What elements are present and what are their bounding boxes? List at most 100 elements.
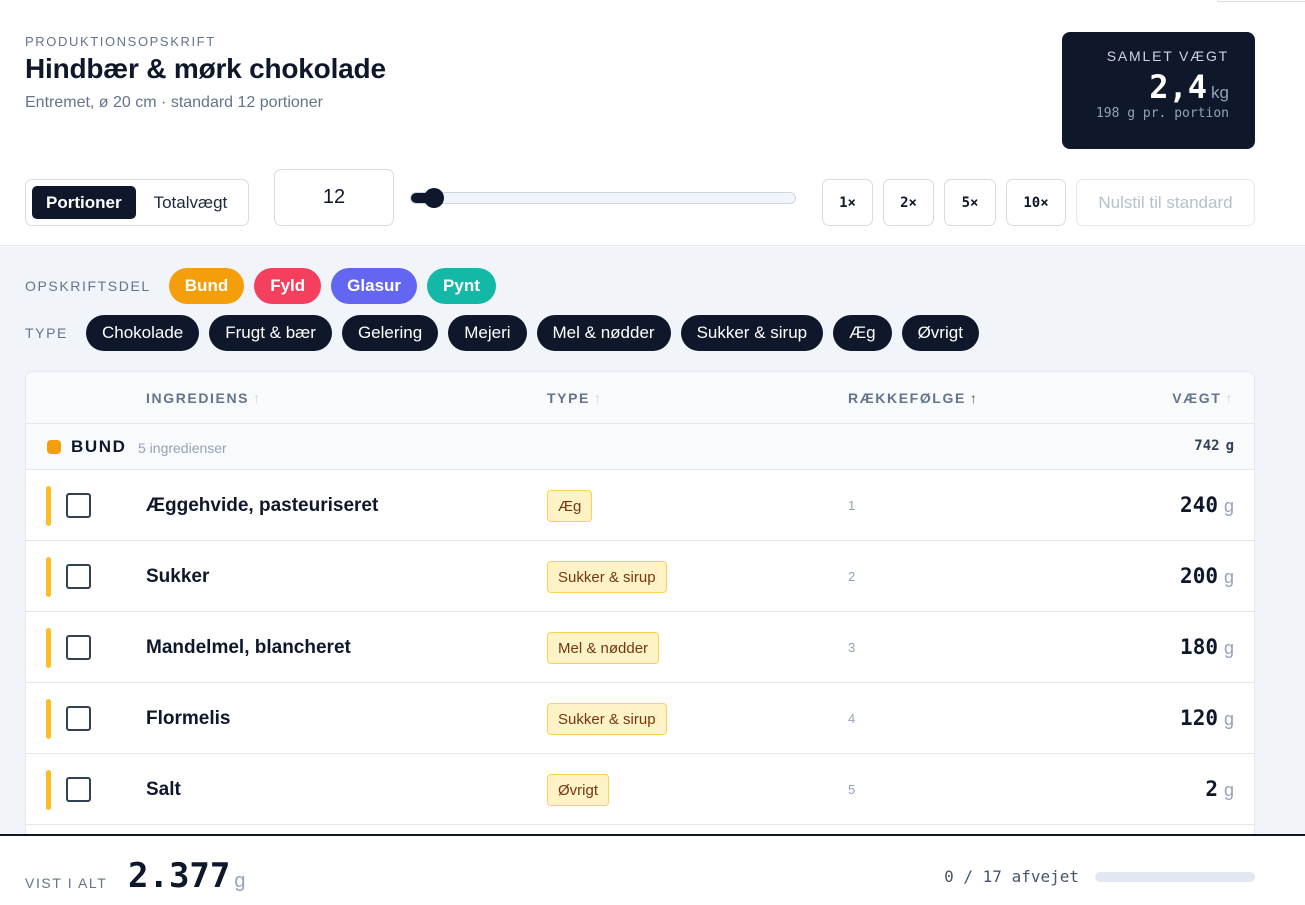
table-row: Mandelmel, blancheret Mel & nødder 3 180… <box>26 612 1254 683</box>
ingredient-weight: 120 g <box>1180 706 1234 730</box>
type-chip-gelering[interactable]: Gelering <box>341 315 439 351</box>
type-chip-chokolade[interactable]: Chokolade <box>85 315 200 351</box>
sort-arrow-active-icon: ↑ <box>969 390 979 406</box>
weight-unit: g <box>1223 780 1234 800</box>
page-title: Hindbær & mørk chokolade <box>25 53 386 84</box>
weighed-checkbox[interactable] <box>66 635 91 660</box>
type-chip-mel-nodder[interactable]: Mel & nødder <box>536 315 671 351</box>
part-color-bar <box>46 699 51 739</box>
column-label-order: RÆKKEFØLGE <box>848 390 966 406</box>
ingredient-weight: 240 g <box>1180 493 1234 517</box>
ingredient-weight: 180 g <box>1180 635 1234 659</box>
table-header: INGREDIENS ↑ TYPE ↑ RÆKKEFØLGE ↑ VÆGT ↑ <box>26 372 1254 424</box>
shown-total-value: 2.377 <box>128 856 231 896</box>
mode-total-weight-button[interactable]: Totalvægt <box>140 186 242 219</box>
part-chip-pynt[interactable]: Pynt <box>427 268 496 304</box>
page-subtitle: Entremet, ø 20 cm · standard 12 portione… <box>25 94 323 111</box>
weighed-progress-bar <box>1095 872 1255 882</box>
column-header-weight[interactable]: VÆGT ↑ <box>1172 390 1234 406</box>
part-chip-fyld[interactable]: Fyld <box>254 268 322 304</box>
multiplier-2x-button[interactable]: 2× <box>883 179 934 226</box>
total-weight-unit: kg <box>1211 83 1229 102</box>
group-weight-unit: g <box>1225 438 1234 454</box>
sort-arrow-icon: ↑ <box>1225 390 1234 406</box>
column-header-order[interactable]: RÆKKEFØLGE ↑ <box>848 390 979 406</box>
weighed-checkbox[interactable] <box>66 493 91 518</box>
part-color-bar <box>46 628 51 668</box>
weighed-checkbox[interactable] <box>66 706 91 731</box>
type-tag: Sukker & sirup <box>547 561 667 593</box>
ingredient-name: Salt <box>146 779 181 800</box>
type-chip-ovrigt[interactable]: Øvrigt <box>901 315 979 351</box>
type-filter-label: TYPE <box>25 325 68 341</box>
portions-slider[interactable] <box>410 188 796 208</box>
part-color-bar <box>46 486 51 526</box>
ingredients-panel: OPSKRIFTSDEL Bund Fyld Glasur Pynt TYPE … <box>0 247 1305 841</box>
column-label-ingredient: INGREDIENS <box>146 390 250 406</box>
column-label-type: TYPE <box>547 390 590 406</box>
group-color-dot <box>47 440 61 454</box>
mode-portions-button[interactable]: Portioner <box>32 186 136 219</box>
table-row: Salt Øvrigt 5 2g <box>26 754 1254 825</box>
total-weight-label: SAMLET VÆGT <box>1106 48 1229 64</box>
weight-value: 2 <box>1205 777 1218 801</box>
weight-unit: g <box>1223 496 1234 516</box>
total-weight-value: 2,4 <box>1149 68 1208 106</box>
sort-arrow-icon: ↑ <box>593 390 603 406</box>
weighed-checkbox[interactable] <box>66 564 91 589</box>
weighed-checkbox[interactable] <box>66 777 91 802</box>
slider-thumb[interactable] <box>424 188 444 208</box>
mode-toggle: Portioner Totalvægt <box>25 179 249 226</box>
ingredient-name: Flormelis <box>146 708 231 729</box>
shown-total-label: VIST I ALT <box>25 875 108 891</box>
multiplier-5x-button[interactable]: 5× <box>944 179 996 226</box>
type-tag: Øvrigt <box>547 774 610 806</box>
type-chip-sukker-sirup[interactable]: Sukker & sirup <box>680 315 824 351</box>
weight-value: 200 <box>1180 564 1218 588</box>
part-color-bar <box>46 770 51 810</box>
per-portion-weight: 198 g pr. portion <box>1095 106 1229 121</box>
summary-footer: VIST I ALT 2.377 g 0 / 17 afvejet <box>0 834 1305 905</box>
weight-unit: g <box>1223 567 1234 587</box>
ingredient-weight: 200 g <box>1180 564 1234 588</box>
portions-input[interactable] <box>274 169 394 226</box>
recipe-header: PRODUKTIONSOPSKRIFT Hindbær & mørk choko… <box>0 0 1305 246</box>
group-weight: 742 g <box>1194 438 1234 454</box>
weight-value: 120 <box>1180 706 1218 730</box>
type-chip-aeg[interactable]: Æg <box>833 315 892 351</box>
part-chip-bund[interactable]: Bund <box>168 268 245 304</box>
order-number: 3 <box>848 640 856 655</box>
page-eyebrow: PRODUKTIONSOPSKRIFT <box>25 34 216 49</box>
ingredient-name: Sukker <box>146 566 210 587</box>
group-weight-value: 742 <box>1194 438 1220 454</box>
part-filter-label: OPSKRIFTSDEL <box>25 278 151 294</box>
part-filter-row: OPSKRIFTSDEL Bund Fyld Glasur Pynt <box>25 268 506 304</box>
order-number: 2 <box>848 569 856 584</box>
multiplier-1x-button[interactable]: 1× <box>822 179 873 226</box>
total-weight-value-wrap: 2,4 kg <box>1062 68 1229 106</box>
type-chip-mejeri[interactable]: Mejeri <box>448 315 527 351</box>
weight-value: 240 <box>1180 493 1218 517</box>
reset-to-standard-button[interactable]: Nulstil til standard <box>1076 179 1255 226</box>
shown-total-unit: g <box>234 870 246 892</box>
ingredients-table: INGREDIENS ↑ TYPE ↑ RÆKKEFØLGE ↑ VÆGT ↑ BUND… <box>25 371 1255 841</box>
ingredient-weight: 2g <box>1205 777 1234 801</box>
order-number: 4 <box>848 711 856 726</box>
column-header-ingredient[interactable]: INGREDIENS ↑ <box>146 390 262 406</box>
weight-unit: g <box>1223 709 1234 729</box>
type-tag: Æg <box>547 490 593 522</box>
group-count: 5 ingredienser <box>138 440 227 456</box>
weight-value: 180 <box>1180 635 1218 659</box>
column-header-type[interactable]: TYPE ↑ <box>547 390 603 406</box>
sort-arrow-icon: ↑ <box>253 390 262 406</box>
part-chip-glasur[interactable]: Glasur <box>331 268 418 304</box>
ingredient-name: Æggehvide, pasteuriseret <box>146 495 379 516</box>
type-chip-frugt-baer[interactable]: Frugt & bær <box>209 315 332 351</box>
group-name: BUND <box>71 437 127 456</box>
multiplier-10x-button[interactable]: 10× <box>1006 179 1066 226</box>
part-color-bar <box>46 557 51 597</box>
order-number: 5 <box>848 782 856 797</box>
table-row: Æggehvide, pasteuriseret Æg 1 240 g <box>26 470 1254 541</box>
group-row-bund[interactable]: BUND 5 ingredienser 742 g <box>26 424 1254 470</box>
order-number: 1 <box>848 498 856 513</box>
